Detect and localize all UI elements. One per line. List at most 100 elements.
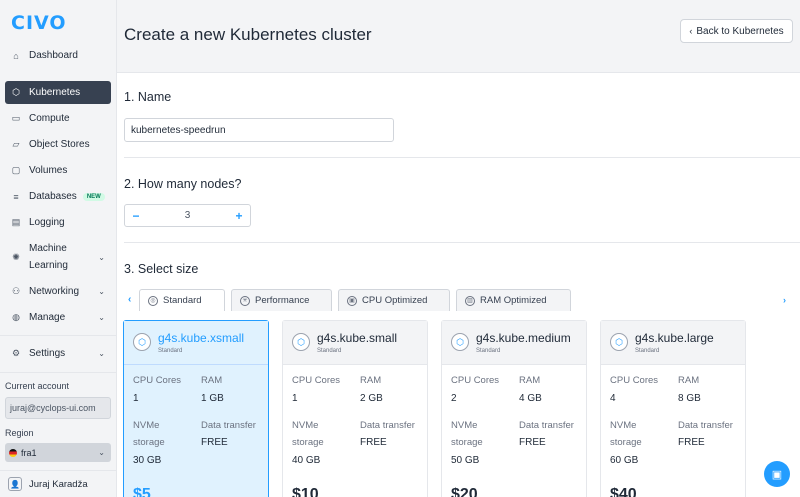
standard-icon: ◎ <box>148 295 158 306</box>
standard-icon: ⬡ <box>610 333 628 351</box>
price: $40 <box>610 486 637 497</box>
sidebar-item-label: Dashboard <box>29 50 78 61</box>
size-section-title: 3. Select size <box>124 262 199 276</box>
main-content: Create a new Kubernetes cluster ‹ Back t… <box>117 0 800 497</box>
increment-button[interactable]: + <box>228 209 250 223</box>
transfer-value: FREE <box>519 437 546 448</box>
chevron-down-icon: ⌄ <box>98 448 105 457</box>
home-icon: ⌂ <box>13 50 19 61</box>
chevron-right-icon[interactable]: › <box>783 295 786 305</box>
region-select[interactable]: fra1 ⌄ <box>5 443 111 462</box>
chat-button[interactable]: ▣ <box>764 461 790 487</box>
network-icon: ⚇ <box>11 286 21 296</box>
folder-icon: ▱ <box>12 139 20 149</box>
size-card-small[interactable]: ⬡ g4s.kube.small Standard CPU Cores 1 RA… <box>282 320 428 497</box>
database-icon: ≡ <box>13 191 19 202</box>
cpu-icon: ▣ <box>347 295 357 306</box>
sidebar-item-settings[interactable]: ⚙ Settings ⌄ <box>5 342 111 365</box>
region-value: fra1 <box>21 447 37 458</box>
avatar: 👤 <box>8 477 22 491</box>
node-count-value[interactable]: 3 <box>147 210 228 221</box>
sidebar-item-object-stores[interactable]: ▱ Object Stores <box>5 133 111 156</box>
tab-cpu-optimized[interactable]: ▣ CPU Optimized <box>338 289 450 311</box>
storage-value: 40 GB <box>292 455 321 466</box>
compute-icon: ▭ <box>11 113 21 123</box>
storage-label: NVMe storage <box>133 420 165 448</box>
user-menu[interactable]: 👤 Juraj Karadža <box>0 470 117 497</box>
ml-icon: ✺ <box>12 251 20 262</box>
volume-icon: ▢ <box>11 165 21 175</box>
ram-label: RAM <box>201 375 223 386</box>
tabs-scroll-left-icon[interactable]: ‹ <box>128 294 131 305</box>
storage-label: NVMe storage <box>292 420 324 448</box>
tab-label: RAM Optimized <box>480 295 547 306</box>
section-divider <box>124 157 800 158</box>
kubernetes-icon: ⬡ <box>12 87 20 97</box>
storage-label: NVMe storage <box>610 420 642 448</box>
tab-ram-optimized[interactable]: ▥ RAM Optimized <box>456 289 571 311</box>
sidebar-item-networking[interactable]: ⚇ Networking ⌄ <box>5 280 111 303</box>
performance-icon: ✳ <box>240 295 250 306</box>
page-header: Create a new Kubernetes cluster ‹ Back t… <box>117 0 800 73</box>
section-divider <box>124 242 800 243</box>
cpu-value: 2 <box>451 393 457 404</box>
cpu-value: 4 <box>610 393 616 404</box>
logging-icon: ▤ <box>11 217 21 227</box>
current-account-label: Current account <box>5 381 70 391</box>
ram-label: RAM <box>519 375 541 386</box>
size-card-large[interactable]: ⬡ g4s.kube.large Standard CPU Cores 4 RA… <box>600 320 746 497</box>
price: $20 <box>451 486 478 497</box>
transfer-label: Data transfer <box>201 420 256 431</box>
cluster-name-input[interactable] <box>124 118 394 142</box>
cpu-value: 1 <box>292 393 298 404</box>
size-tier: Standard <box>635 348 660 354</box>
chevron-left-icon: ‹ <box>689 26 693 36</box>
gear-icon: ⚙ <box>11 348 21 358</box>
tab-performance[interactable]: ✳ Performance <box>231 289 332 311</box>
ram-value: 8 GB <box>678 393 701 404</box>
ram-value: 4 GB <box>519 393 542 404</box>
sidebar-item-label: Compute <box>29 113 70 124</box>
size-name: g4s.kube.small <box>317 331 398 345</box>
sidebar-item-logging[interactable]: ▤ Logging <box>5 211 111 234</box>
sidebar-item-dashboard[interactable]: ⌂ Dashboard <box>5 44 111 67</box>
storage-value: 50 GB <box>451 455 480 466</box>
standard-icon: ⬡ <box>133 333 151 351</box>
chevron-down-icon: ⌄ <box>98 313 105 322</box>
size-tier: Standard <box>476 348 501 354</box>
size-card-xsmall[interactable]: ⬡ g4s.kube.xsmall Standard CPU Cores 1 R… <box>123 320 269 497</box>
tab-standard[interactable]: ◎ Standard <box>139 289 225 311</box>
size-card-medium[interactable]: ⬡ g4s.kube.medium Standard CPU Cores 2 R… <box>441 320 587 497</box>
ram-label: RAM <box>678 375 700 386</box>
chevron-down-icon: ⌄ <box>98 287 105 296</box>
sidebar-item-manage[interactable]: ◍ Manage ⌄ <box>5 306 111 329</box>
cpu-label: CPU Cores <box>610 375 659 386</box>
node-count-stepper: − 3 + <box>124 204 251 227</box>
civo-logo[interactable]: CIVO <box>11 12 67 34</box>
price: $5 <box>133 486 151 497</box>
sidebar-item-label: Networking <box>29 286 80 297</box>
sidebar-item-label: Manage <box>29 312 66 323</box>
size-name: g4s.kube.medium <box>476 331 571 345</box>
cpu-value: 1 <box>133 393 139 404</box>
size-name: g4s.kube.xsmall <box>158 331 245 345</box>
new-badge: NEW <box>82 192 105 201</box>
region-label: Region <box>5 428 34 438</box>
sidebar-item-databases[interactable]: ≡ Databases NEW <box>5 185 111 208</box>
transfer-label: Data transfer <box>360 420 415 431</box>
back-to-kubernetes-button[interactable]: ‹ Back to Kubernetes <box>680 19 793 43</box>
sidebar-item-label: Settings <box>29 348 66 359</box>
decrement-button[interactable]: − <box>125 209 147 223</box>
transfer-value: FREE <box>678 437 705 448</box>
germany-flag-icon <box>9 448 17 457</box>
sidebar-item-label: Kubernetes <box>29 87 81 98</box>
current-account-field[interactable]: juraj@cyclops-ui.com <box>5 397 111 419</box>
sidebar-item-volumes[interactable]: ▢ Volumes <box>5 159 111 182</box>
sidebar-item-compute[interactable]: ▭ Compute <box>5 107 111 130</box>
chevron-down-icon: ⌄ <box>98 252 105 262</box>
name-section-title: 1. Name <box>124 90 172 104</box>
sidebar-item-label: Object Stores <box>29 139 90 150</box>
sidebar-item-kubernetes[interactable]: ⬡ Kubernetes <box>5 81 111 104</box>
sidebar-item-machine-learning[interactable]: ✺ Machine Learning ⌄ <box>5 240 111 274</box>
card-header: ⬡ g4s.kube.small Standard <box>283 321 427 365</box>
